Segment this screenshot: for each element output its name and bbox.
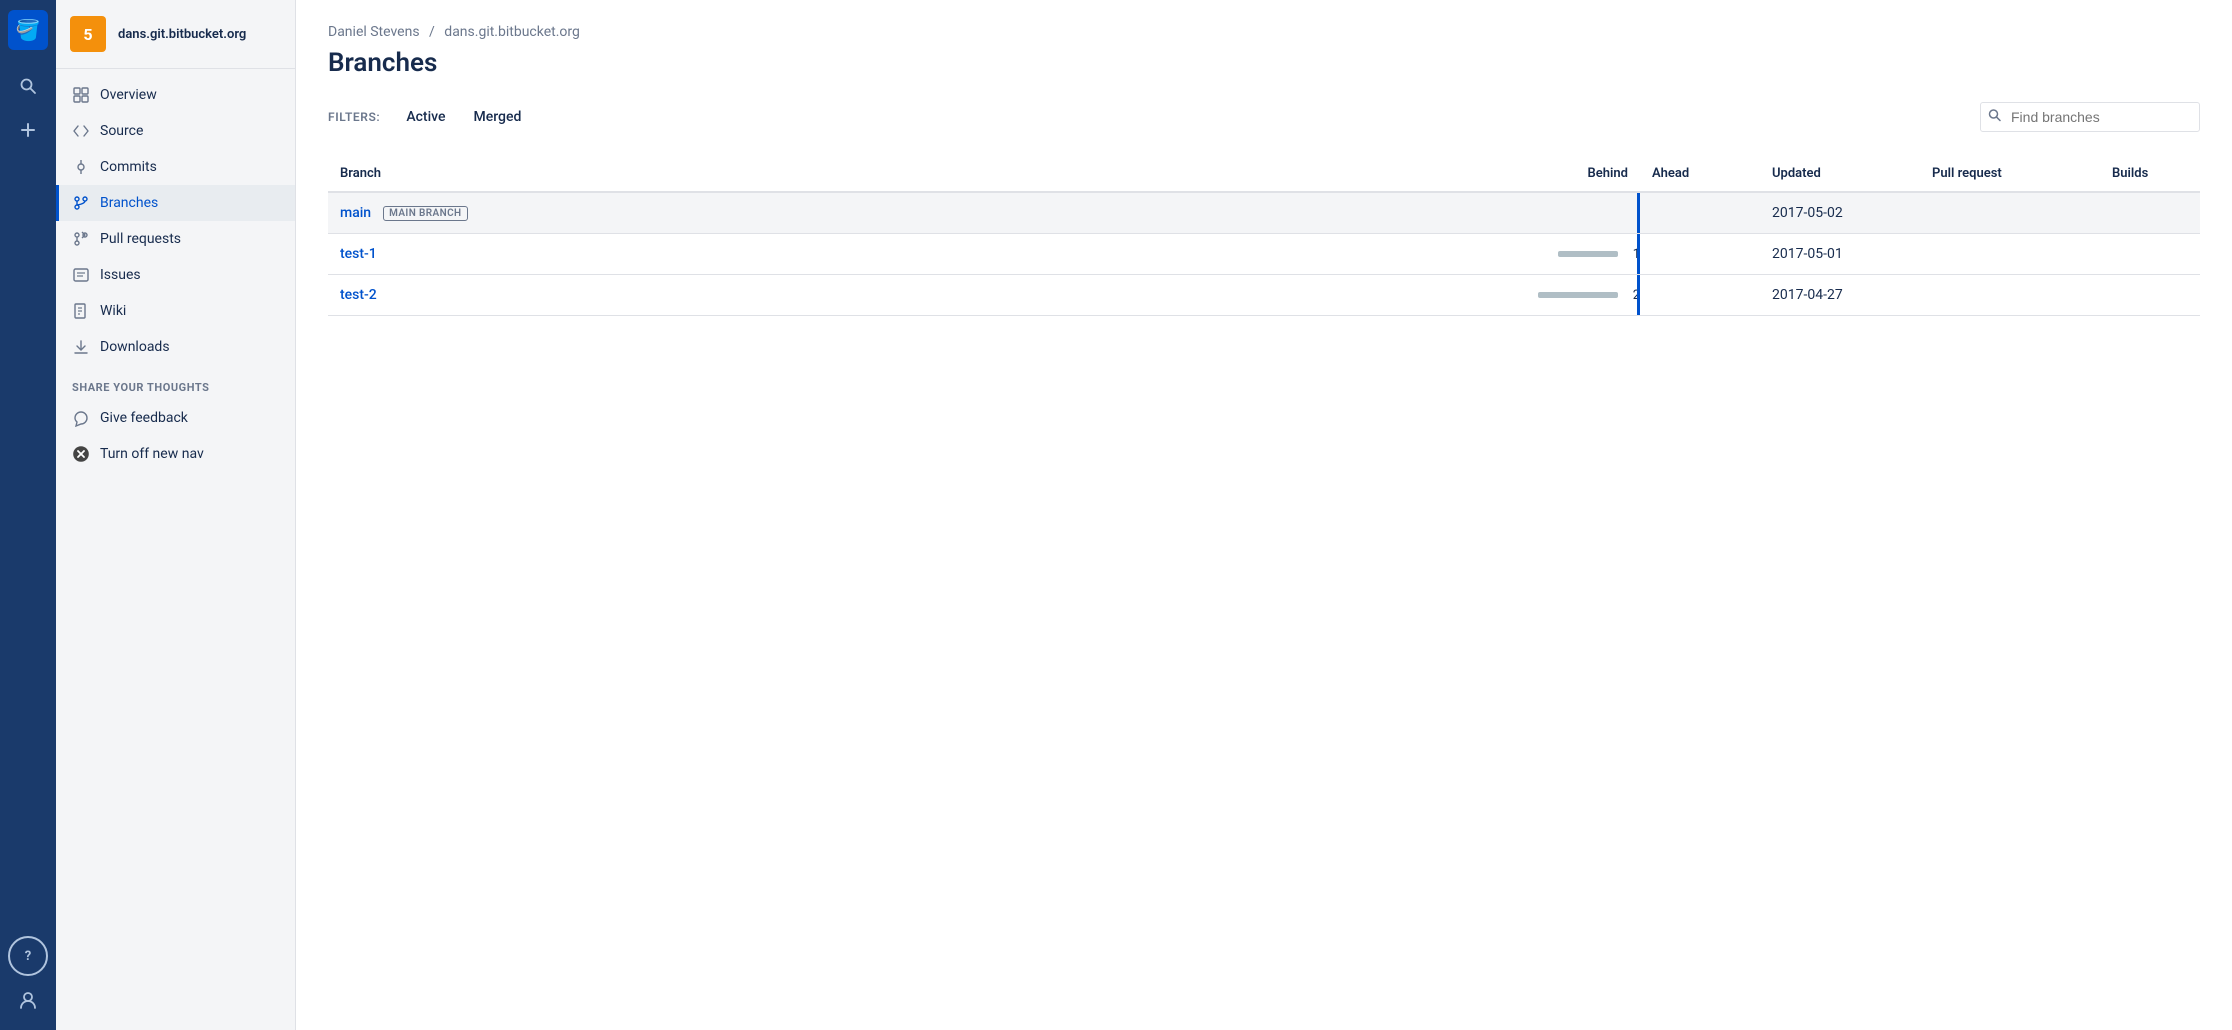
filter-merged[interactable]: Merged [460, 103, 536, 131]
builds-cell-main [2100, 192, 2200, 234]
breadcrumb: Daniel Stevens / dans.git.bitbucket.org [328, 24, 2200, 40]
sidebar-item-label: Wiki [100, 303, 126, 319]
issues-icon [72, 266, 90, 284]
sidebar-item-label: Downloads [100, 339, 170, 355]
search-global-icon[interactable] [8, 66, 48, 106]
sidebar-item-label: Pull requests [100, 231, 181, 247]
branch-divider [1637, 275, 1640, 315]
updated-cell-test2: 2017-04-27 [1760, 275, 1920, 316]
sidebar-item-turn-off-nav[interactable]: Turn off new nav [56, 436, 295, 472]
branches-icon [72, 194, 90, 212]
sidebar-item-branches[interactable]: Branches [56, 185, 295, 221]
breadcrumb-user[interactable]: Daniel Stevens [328, 24, 420, 40]
sidebar-header: 5 dans.git.bitbucket.org [56, 0, 295, 69]
global-nav-bottom: ? [8, 936, 48, 1020]
sidebar-item-label: Issues [100, 267, 141, 283]
global-nav: 🪣 ? [0, 0, 56, 1030]
sidebar-item-label: Source [100, 123, 143, 139]
share-section-label: SHARE YOUR THOUGHTS [56, 365, 295, 400]
behind-bar-test1 [1558, 251, 1618, 257]
ahead-cell-test2 [1640, 275, 1760, 316]
updated-cell-test1: 2017-05-01 [1760, 234, 1920, 275]
builds-cell-test1 [2100, 234, 2200, 275]
branch-link-test2[interactable]: test-2 [340, 287, 377, 303]
sidebar-item-label: Turn off new nav [100, 446, 204, 462]
sidebar-item-source[interactable]: Source [56, 113, 295, 149]
col-ahead: Ahead [1640, 156, 1760, 192]
sidebar-item-downloads[interactable]: Downloads [56, 329, 295, 365]
col-pull-request: Pull request [1920, 156, 2100, 192]
page-title: Branches [328, 48, 2200, 78]
ahead-cell-main [1640, 192, 1760, 234]
col-builds: Builds [2100, 156, 2200, 192]
branch-name-cell: main MAIN BRANCH [328, 192, 1460, 234]
filters-label: FILTERS: [328, 110, 380, 124]
pr-cell-test2 [1920, 275, 2100, 316]
overview-icon [72, 86, 90, 104]
feedback-icon [72, 409, 90, 427]
table-row: main MAIN BRANCH 2017-05-02 [328, 192, 2200, 234]
sidebar-item-overview[interactable]: Overview [56, 77, 295, 113]
branch-divider [1637, 193, 1640, 233]
col-updated: Updated [1760, 156, 1920, 192]
behind-cell-main [1460, 192, 1640, 234]
main-content: Daniel Stevens / dans.git.bitbucket.org … [296, 0, 2232, 1030]
turn-off-icon [72, 445, 90, 463]
pull-requests-icon [72, 230, 90, 248]
table-row: test-1 1 2017-05-01 [328, 234, 2200, 275]
breadcrumb-separator: / [429, 24, 435, 40]
downloads-icon [72, 338, 90, 356]
sidebar-item-label: Commits [100, 159, 157, 175]
behind-cell-test1: 1 [1460, 234, 1640, 275]
col-behind: Behind [1460, 156, 1640, 192]
commits-icon [72, 158, 90, 176]
repo-name: dans.git.bitbucket.org [118, 27, 246, 42]
sidebar: 5 dans.git.bitbucket.org Overview Source… [56, 0, 296, 1030]
sidebar-item-label: Branches [100, 195, 158, 211]
source-icon [72, 122, 90, 140]
create-icon[interactable] [8, 110, 48, 150]
updated-cell-main: 2017-05-02 [1760, 192, 1920, 234]
sidebar-item-label: Overview [100, 87, 157, 103]
behind-bar-test2 [1538, 292, 1618, 298]
branch-name-cell: test-1 [328, 234, 1460, 275]
branch-link-test1[interactable]: test-1 [340, 246, 377, 262]
sidebar-item-give-feedback[interactable]: Give feedback [56, 400, 295, 436]
find-branches-input[interactable] [1980, 102, 2200, 132]
pr-cell-test1 [1920, 234, 2100, 275]
branch-name-cell: test-2 [328, 275, 1460, 316]
find-branches-wrapper [1980, 102, 2200, 132]
sidebar-item-issues[interactable]: Issues [56, 257, 295, 293]
sidebar-item-pull-requests[interactable]: Pull requests [56, 221, 295, 257]
branch-divider [1637, 234, 1640, 274]
behind-cell-test2: 2 [1460, 275, 1640, 316]
pr-cell-main [1920, 192, 2100, 234]
filters-bar: FILTERS: Active Merged [328, 102, 2200, 132]
ahead-cell-test1 [1640, 234, 1760, 275]
builds-cell-test2 [2100, 275, 2200, 316]
branches-table: Branch Behind Ahead Updated Pull request… [328, 156, 2200, 316]
main-branch-badge: MAIN BRANCH [383, 206, 467, 221]
filter-active[interactable]: Active [392, 103, 459, 131]
breadcrumb-repo[interactable]: dans.git.bitbucket.org [444, 24, 580, 40]
sidebar-navigation: Overview Source Commits Branches [56, 69, 295, 1030]
repo-icon: 5 [70, 16, 106, 52]
wiki-icon [72, 302, 90, 320]
sidebar-item-label: Give feedback [100, 410, 188, 426]
sidebar-item-commits[interactable]: Commits [56, 149, 295, 185]
col-branch: Branch [328, 156, 1460, 192]
search-branches-icon [1988, 109, 2001, 126]
table-row: test-2 2 2017-04-27 [328, 275, 2200, 316]
help-icon[interactable]: ? [8, 936, 48, 976]
logo-icon[interactable]: 🪣 [8, 10, 48, 50]
user-icon[interactable] [8, 980, 48, 1020]
sidebar-item-wiki[interactable]: Wiki [56, 293, 295, 329]
branch-link-main[interactable]: main [340, 205, 371, 221]
